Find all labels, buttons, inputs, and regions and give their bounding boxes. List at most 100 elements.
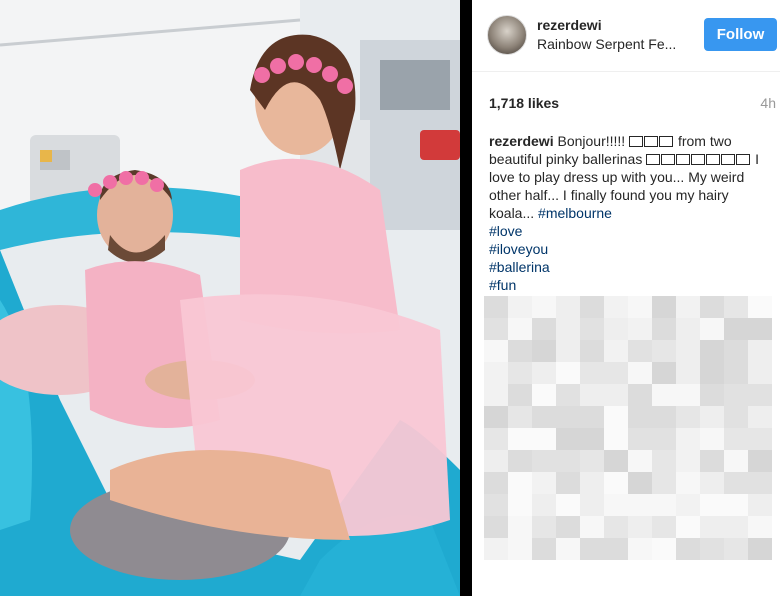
pixelated-block	[508, 428, 532, 450]
pixelated-block	[676, 384, 700, 406]
photo-illustration	[0, 0, 460, 596]
pixelated-block	[724, 384, 748, 406]
pixelated-block	[628, 494, 652, 516]
pixelated-block	[628, 362, 652, 384]
pixelated-block	[676, 494, 700, 516]
pixelated-block	[700, 362, 724, 384]
pixelated-block	[580, 318, 604, 340]
pixelated-block	[484, 450, 508, 472]
follow-button[interactable]: Follow	[704, 18, 777, 51]
pixelated-block	[676, 428, 700, 450]
avatar[interactable]	[487, 15, 527, 55]
pixelated-block	[580, 494, 604, 516]
pixelated-block	[484, 362, 508, 384]
caption-username[interactable]: rezerdewi	[489, 133, 554, 149]
pixelated-block	[676, 318, 700, 340]
hashtag-iloveyou[interactable]: #iloveyou	[489, 240, 774, 258]
pixelated-block	[508, 472, 532, 494]
pixelated-block	[508, 406, 532, 428]
pixelated-block	[604, 450, 628, 472]
pixelated-block	[484, 472, 508, 494]
pixelated-block	[532, 538, 556, 560]
pixelated-block	[652, 318, 676, 340]
pixelated-block	[556, 296, 580, 318]
pixelated-block	[652, 362, 676, 384]
pixelated-block	[556, 384, 580, 406]
pixelated-block	[724, 472, 748, 494]
pixelated-block	[652, 406, 676, 428]
pixelated-block	[532, 384, 556, 406]
pixelated-block	[724, 538, 748, 560]
post-header: rezerdewi Rainbow Serpent Fe... Follow	[472, 0, 780, 72]
pixelated-block	[508, 538, 532, 560]
pixelated-block	[580, 406, 604, 428]
pixelated-block	[484, 538, 508, 560]
pixelated-block	[580, 340, 604, 362]
hashtag-fun[interactable]: #fun	[489, 276, 774, 294]
pixelated-block	[508, 494, 532, 516]
pixelated-block	[580, 362, 604, 384]
hashtag-melbourne[interactable]: #melbourne	[538, 205, 612, 221]
pixelated-block	[532, 318, 556, 340]
pixelated-block	[676, 472, 700, 494]
pixelated-block	[508, 384, 532, 406]
pixelated-block	[748, 428, 772, 450]
pixelated-block	[676, 406, 700, 428]
post-caption: rezerdewi Bonjour!!!!! from two beautifu…	[489, 132, 774, 294]
pixelated-block	[532, 340, 556, 362]
pixelated-block	[484, 494, 508, 516]
pixelated-block	[652, 516, 676, 538]
pixelated-block	[628, 384, 652, 406]
pixelated-block	[700, 538, 724, 560]
pixelated-block	[604, 340, 628, 362]
emoji-group	[646, 151, 751, 167]
pixelated-block	[556, 340, 580, 362]
pixelated-block	[556, 318, 580, 340]
pixelated-block	[604, 384, 628, 406]
pixelated-block	[556, 472, 580, 494]
pixelated-block	[700, 406, 724, 428]
pixelated-block	[628, 516, 652, 538]
emoji-group	[629, 133, 674, 149]
pixelated-block	[748, 450, 772, 472]
pixelated-block	[628, 406, 652, 428]
pixelated-block	[700, 516, 724, 538]
pixelated-block	[532, 516, 556, 538]
pixelated-block	[604, 318, 628, 340]
pixelated-block	[604, 538, 628, 560]
pixelated-block	[724, 296, 748, 318]
pixelated-block	[556, 538, 580, 560]
pixelated-block	[604, 362, 628, 384]
caption-text-1: Bonjour!!!!!	[557, 133, 626, 149]
pixelated-block	[676, 340, 700, 362]
pixelated-block	[748, 318, 772, 340]
pixelated-block	[532, 494, 556, 516]
pixelated-block	[628, 296, 652, 318]
pixelated-block	[748, 494, 772, 516]
pixelated-block	[700, 384, 724, 406]
pixelated-block	[628, 340, 652, 362]
pixelated-block	[580, 428, 604, 450]
pixelated-block	[556, 450, 580, 472]
post-time[interactable]: 4h	[760, 95, 776, 111]
pixelated-block	[508, 516, 532, 538]
hashtag-ballerina[interactable]: #ballerina	[489, 258, 774, 276]
hashtag-love[interactable]: #love	[489, 222, 774, 240]
pixelated-block	[724, 494, 748, 516]
username-link[interactable]: rezerdewi	[537, 17, 602, 33]
pixelated-block	[556, 362, 580, 384]
pixelated-block	[700, 472, 724, 494]
photo-divider	[460, 0, 472, 596]
likes-count[interactable]: 1,718 likes	[489, 95, 559, 111]
pixelated-block	[580, 296, 604, 318]
pixelated-block	[508, 318, 532, 340]
pixelated-block	[532, 472, 556, 494]
pixelated-block	[580, 384, 604, 406]
pixelated-block	[724, 428, 748, 450]
pixelated-block	[700, 296, 724, 318]
pixelated-block	[748, 340, 772, 362]
post-photo[interactable]	[0, 0, 460, 596]
pixelated-block	[508, 340, 532, 362]
pixelated-block	[556, 516, 580, 538]
location-link[interactable]: Rainbow Serpent Fe...	[537, 36, 676, 52]
